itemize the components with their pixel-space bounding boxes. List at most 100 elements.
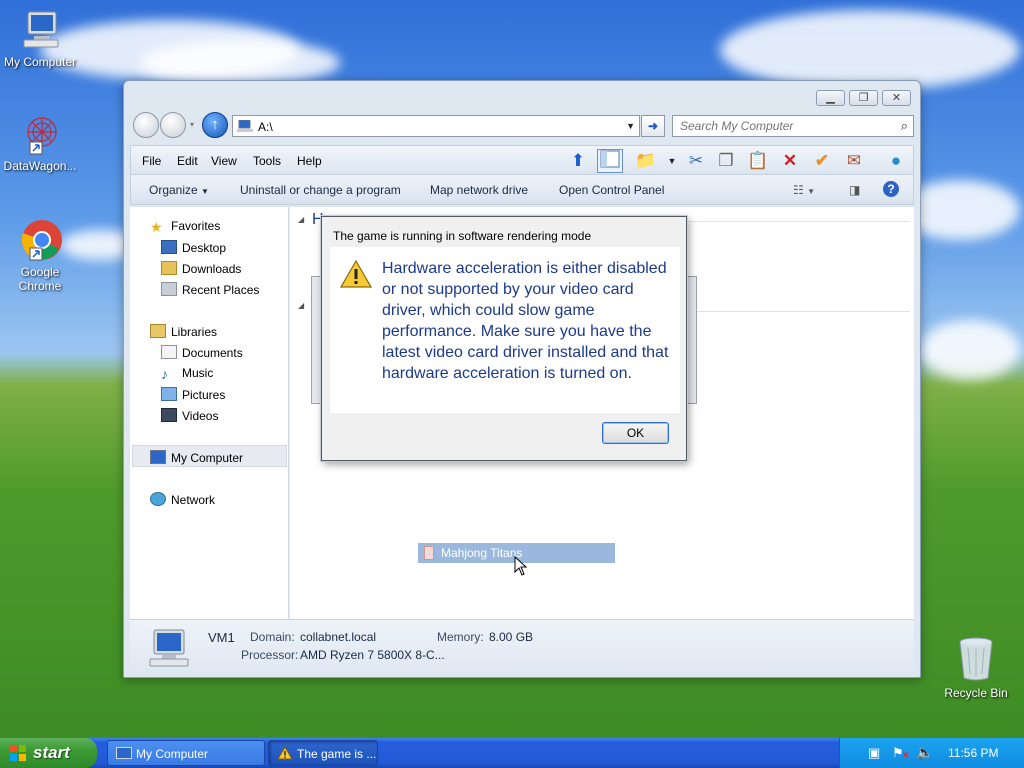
close-icon: ✕: [891, 92, 902, 104]
collapse-arrow-icon[interactable]: ◢: [298, 215, 304, 224]
nav-downloads[interactable]: Downloads: [161, 261, 241, 276]
go-button[interactable]: ➜: [641, 115, 665, 137]
collapse-arrow-icon[interactable]: ◢: [298, 301, 304, 310]
computer-icon: [18, 8, 62, 52]
menu-bar: File Edit View Tools Help ⬆ 📁 ▼ ✂ ❐ 📋 ✕ …: [130, 145, 914, 175]
libraries-icon: [150, 324, 166, 338]
task-label: The game is ...: [297, 747, 377, 761]
view-options-icon[interactable]: ☷ ▼: [793, 183, 815, 197]
paste-icon[interactable]: 📋: [745, 149, 771, 173]
folder-options-icon[interactable]: 📁: [633, 149, 659, 173]
clock[interactable]: 11:56 PM: [948, 746, 998, 760]
nav-libraries[interactable]: Libraries: [150, 324, 217, 339]
cut-icon[interactable]: ✂: [683, 149, 709, 173]
chevron-down-icon[interactable]: ▼: [659, 149, 685, 173]
address-text: A:\: [258, 120, 273, 134]
organize-button[interactable]: Organize ▼: [149, 183, 209, 197]
datawagon-icon: [18, 112, 62, 156]
nav-favorites[interactable]: ★ Favorites: [150, 219, 220, 235]
nav-pictures[interactable]: Pictures: [161, 387, 225, 402]
desktop-icon-datawagon[interactable]: DataWagon...: [0, 112, 80, 173]
domain-label: Domain:: [250, 630, 295, 644]
search-icon[interactable]: ⌕: [901, 118, 908, 134]
memory-value: 8.00 GB: [489, 630, 534, 644]
arrow-right-icon: ➜: [647, 119, 659, 133]
details-pane: VM1 Domain: collabnet.local Memory: 8.00…: [130, 619, 914, 674]
computer-icon: [150, 450, 166, 464]
network-status-icon[interactable]: ▣: [868, 745, 880, 761]
open-control-panel-button[interactable]: Open Control Panel: [559, 183, 664, 197]
recycle-bin-icon: [956, 636, 996, 682]
start-label: start: [33, 743, 70, 762]
chevron-down-icon[interactable]: ▼: [626, 121, 635, 131]
network-icon: [150, 492, 166, 506]
computer-icon: [116, 747, 132, 759]
volume-icon[interactable]: 🔈: [916, 744, 933, 761]
menu-view[interactable]: View: [211, 154, 237, 168]
nav-label: My Computer: [171, 451, 244, 465]
cloud: [920, 320, 1020, 380]
up-button[interactable]: ↑: [202, 112, 228, 138]
maximize-button[interactable]: ❐: [849, 90, 878, 106]
address-bar[interactable]: A:\ ▼: [232, 115, 640, 137]
menu-edit[interactable]: Edit: [177, 154, 198, 168]
desktop-icon-label: My Computer: [3, 55, 77, 69]
task-game-dialog[interactable]: The game is ...: [268, 740, 378, 766]
desktop-icon-recycle-bin[interactable]: Recycle Bin: [940, 636, 1012, 700]
memory-label: Memory:: [437, 630, 484, 644]
toolbar-up-icon[interactable]: ⬆: [565, 149, 591, 173]
nav-label: Pictures: [182, 388, 226, 402]
minimize-button[interactable]: ▁: [816, 90, 845, 106]
menu-tools[interactable]: Tools: [253, 154, 281, 168]
toolbar-pane-icon[interactable]: [597, 149, 623, 173]
menu-help[interactable]: Help: [297, 154, 322, 168]
properties-icon[interactable]: ✉: [841, 149, 867, 173]
domain-value: collabnet.local: [300, 630, 377, 644]
help-icon[interactable]: ?: [883, 181, 899, 197]
map-network-drive-button[interactable]: Map network drive: [430, 183, 528, 197]
chevron-down-icon: ▼: [201, 187, 209, 196]
back-button[interactable]: [133, 112, 159, 138]
nav-label: Videos: [182, 409, 219, 423]
dialog-body: Hardware acceleration is either disabled…: [330, 247, 680, 413]
pictures-icon: [161, 387, 177, 401]
system-tray: ▣ ⚑ ✕ 🔈 11:56 PM: [839, 738, 1024, 768]
copy-icon[interactable]: ❐: [713, 149, 739, 173]
preview-pane-icon[interactable]: ◨: [849, 183, 860, 197]
nav-videos[interactable]: Videos: [161, 408, 218, 423]
forward-button[interactable]: [160, 112, 186, 138]
nav-label: Desktop: [182, 241, 227, 255]
ok-button[interactable]: OK: [602, 422, 669, 444]
nav-desktop[interactable]: Desktop: [161, 240, 226, 255]
nav-music[interactable]: ♪ Music: [161, 366, 213, 382]
search-input[interactable]: [680, 117, 890, 135]
computer-icon: [237, 119, 253, 132]
recent-places-icon: [161, 282, 177, 296]
nav-network[interactable]: Network: [150, 492, 215, 507]
desktop-icon-google-chrome[interactable]: Google Chrome: [0, 218, 80, 293]
nav-recent-places[interactable]: Recent Places: [161, 282, 259, 297]
dialog-message: Hardware acceleration is either disabled…: [382, 260, 669, 382]
task-label: My Computer: [136, 747, 209, 761]
recycle-bin-label: Recycle Bin: [944, 686, 1008, 700]
globe-icon[interactable]: ●: [883, 149, 909, 173]
command-bar: Organize ▼ Uninstall or change a program…: [130, 175, 914, 205]
desktop-icon: [161, 240, 177, 254]
menu-file[interactable]: File: [142, 154, 161, 168]
history-dropdown[interactable]: ▾: [190, 120, 194, 129]
alert-x-icon: ✕: [902, 750, 910, 760]
delete-icon[interactable]: ✕: [777, 149, 803, 173]
close-button[interactable]: ✕: [882, 90, 911, 106]
chrome-icon: [18, 218, 62, 262]
task-my-computer[interactable]: My Computer: [107, 740, 265, 766]
start-button[interactable]: start: [0, 738, 97, 768]
search-box[interactable]: ⌕: [672, 115, 914, 137]
checkmark-icon[interactable]: ✔: [809, 149, 835, 173]
nav-documents[interactable]: Documents: [161, 345, 243, 360]
desktop-icon-my-computer[interactable]: My Computer: [0, 8, 80, 69]
restore-icon: ❐: [858, 92, 869, 104]
uninstall-program-button[interactable]: Uninstall or change a program: [240, 183, 401, 197]
star-icon: ★: [150, 219, 163, 235]
warning-dialog[interactable]: The game is running in software renderin…: [321, 216, 687, 461]
nav-my-computer[interactable]: My Computer: [150, 450, 243, 465]
